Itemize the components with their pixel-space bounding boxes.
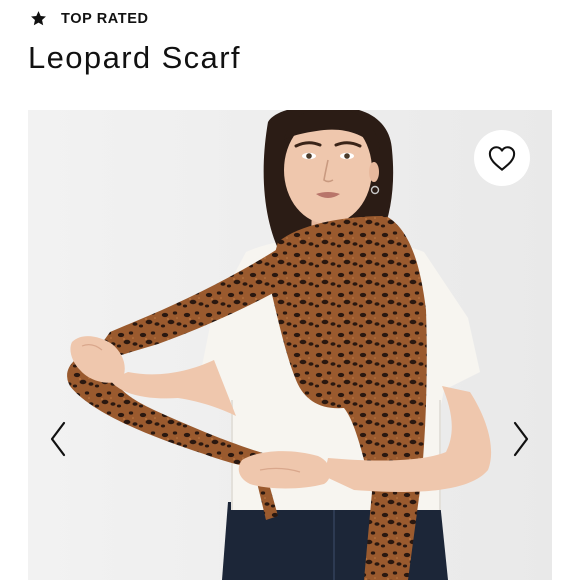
product-image-gallery[interactable] — [28, 110, 552, 580]
chevron-left-icon — [50, 421, 66, 457]
star-icon — [31, 11, 46, 26]
top-rated-badge: TOP RATED — [30, 10, 149, 27]
product-photo — [28, 110, 552, 580]
next-image-button[interactable] — [505, 415, 537, 463]
previous-image-button[interactable] — [42, 415, 74, 463]
chevron-right-icon — [513, 421, 529, 457]
badge-label: TOP RATED — [61, 10, 149, 27]
product-page: TOP RATED Leopard Scarf — [0, 0, 580, 580]
heart-outline-icon — [488, 146, 516, 171]
product-title: Leopard Scarf — [28, 40, 241, 75]
favorite-button[interactable] — [474, 130, 530, 186]
